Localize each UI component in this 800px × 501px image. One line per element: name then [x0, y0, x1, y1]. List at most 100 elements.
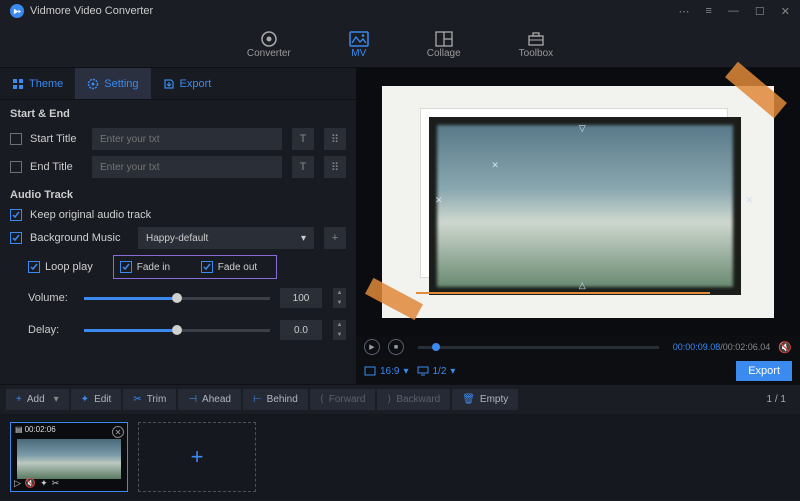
tab-export-label: Export [180, 78, 212, 90]
maximize-icon[interactable]: ☐ [755, 5, 765, 18]
add-clip-button[interactable]: + [138, 422, 256, 492]
chevron-down-icon: ▾ [403, 366, 408, 377]
start-title-checkbox[interactable] [10, 133, 22, 145]
menu-icon[interactable]: ≡ [705, 5, 711, 18]
add-button[interactable]: +Add▾ [6, 389, 69, 410]
handle-right-icon[interactable]: ✕ [745, 195, 753, 206]
clip-edit-icon[interactable]: ✦ [40, 478, 48, 489]
screen-dropdown[interactable]: 1/2 ▾ [417, 366, 456, 377]
main-nav: Converter MV Collage Toolbox [0, 22, 800, 68]
volume-slider[interactable] [84, 297, 270, 300]
close-icon[interactable]: ✕ [781, 5, 790, 18]
volume-label: Volume: [28, 292, 74, 304]
volume-down[interactable]: ▼ [333, 298, 346, 308]
handle-top-icon[interactable]: ▽ [579, 123, 586, 134]
delay-slider[interactable] [84, 329, 270, 332]
trim-button[interactable]: ✂Trim [123, 389, 176, 410]
handle-bottom-icon[interactable]: △ [579, 280, 586, 291]
tab-theme[interactable]: Theme [0, 68, 75, 99]
nav-collage[interactable]: Collage [427, 30, 461, 59]
handle-left-icon[interactable]: ✕ [435, 195, 443, 206]
backward-button[interactable]: ⟩Backward [377, 389, 450, 410]
volume-value[interactable]: 100 [280, 288, 322, 308]
start-end-heading: Start & End [0, 100, 356, 125]
volume-icon[interactable]: 🔇 [778, 341, 792, 354]
empty-button[interactable]: 🗑Empty [452, 389, 518, 410]
preview-controls: 16:9 ▾ 1/2 ▾ Export [356, 358, 800, 384]
clip-strip: ▤ 00:02:06 ✕ ▷ 🔇 ✦ ✂ + [0, 414, 800, 500]
clip-remove-button[interactable]: ✕ [112, 426, 124, 438]
aspect-dropdown[interactable]: 16:9 ▾ [364, 366, 409, 377]
title-bar: Vidmore Video Converter ⋯ ≡ — ☐ ✕ [0, 0, 800, 22]
ahead-button[interactable]: ⊣Ahead [178, 389, 241, 410]
right-panel: ▽ ✕ ✕ △ ✕ ▶ ■ 00:00:09.08/00:02:06.04 🔇 [356, 68, 800, 384]
tab-theme-label: Theme [29, 78, 63, 90]
wand-icon: ✦ [81, 394, 89, 405]
handle-mid-icon[interactable]: ✕ [491, 160, 499, 171]
fadeout-checkbox[interactable] [201, 261, 213, 273]
export-button[interactable]: Export [736, 361, 792, 381]
nav-toolbox[interactable]: Toolbox [519, 30, 553, 59]
end-title-input[interactable] [92, 156, 282, 178]
timeline-slider[interactable] [418, 346, 659, 349]
start-title-font-button[interactable]: T [292, 128, 314, 150]
crop-icon [364, 366, 376, 376]
clip-mute-icon[interactable]: 🔇 [25, 478, 36, 489]
bgm-select[interactable]: Happy-default ▾ [138, 227, 314, 249]
preview-area[interactable]: ▽ ✕ ✕ △ ✕ [356, 68, 800, 336]
end-title-edit-button[interactable]: ⠿ [324, 156, 346, 178]
time-total: /00:02:06.04 [720, 342, 770, 352]
clip-play-icon[interactable]: ▷ [14, 478, 21, 489]
play-button[interactable]: ▶ [364, 339, 380, 355]
converter-icon [259, 30, 279, 48]
nav-converter-label: Converter [247, 48, 291, 59]
clip-trim-icon[interactable]: ✂ [52, 478, 60, 489]
bgm-value: Happy-default [146, 233, 208, 244]
keep-audio-label: Keep original audio track [30, 209, 151, 221]
keep-audio-checkbox[interactable] [10, 209, 22, 221]
loop-label: Loop play [45, 261, 93, 273]
nav-mv[interactable]: MV [349, 30, 369, 59]
mv-icon [349, 30, 369, 48]
delay-down[interactable]: ▼ [333, 330, 346, 340]
forward-button[interactable]: ⟨Forward [310, 389, 376, 410]
delay-value[interactable]: 0.0 [280, 320, 322, 340]
behind-icon: ⊢ [253, 394, 262, 405]
theme-icon [12, 78, 24, 90]
export-icon [163, 78, 175, 90]
edit-button[interactable]: ✦Edit [71, 389, 122, 410]
window-controls: ⋯ ≡ — ☐ ✕ [678, 5, 790, 18]
audio-heading: Audio Track [0, 181, 356, 206]
left-panel: Theme Setting Export Start & End Start T… [0, 68, 356, 384]
end-title-font-button[interactable]: T [292, 156, 314, 178]
player-bar: ▶ ■ 00:00:09.08/00:02:06.04 🔇 [356, 336, 800, 358]
end-title-checkbox[interactable] [10, 161, 22, 173]
loop-checkbox[interactable] [28, 261, 40, 273]
minimize-icon[interactable]: — [728, 5, 739, 18]
app-logo-icon [10, 4, 24, 18]
bgm-checkbox[interactable] [10, 232, 22, 244]
clip-toolbar: +Add▾ ✦Edit ✂Trim ⊣Ahead ⊢Behind ⟨Forwar… [0, 384, 800, 414]
bgm-add-button[interactable]: + [324, 227, 346, 249]
feedback-icon[interactable]: ⋯ [678, 5, 689, 18]
behind-button[interactable]: ⊢Behind [243, 389, 308, 410]
start-title-input[interactable] [92, 128, 282, 150]
tab-export[interactable]: Export [151, 68, 224, 99]
chevron-down-icon: ▾ [301, 233, 306, 244]
monitor-icon [417, 366, 429, 376]
delay-up[interactable]: ▲ [333, 320, 346, 330]
end-title-label: End Title [30, 161, 84, 173]
clip-thumbnail[interactable]: ▤ 00:02:06 ✕ ▷ 🔇 ✦ ✂ [10, 422, 128, 492]
fadein-checkbox[interactable] [120, 261, 132, 273]
bgm-label: Background Music [30, 232, 130, 244]
screen-value: 1/2 [433, 366, 447, 377]
tab-setting[interactable]: Setting [75, 68, 150, 99]
tab-setting-label: Setting [104, 78, 138, 90]
nav-converter[interactable]: Converter [247, 30, 291, 59]
plus-icon: + [16, 394, 22, 405]
fade-group: Fade in Fade out [113, 255, 277, 279]
start-title-edit-button[interactable]: ⠿ [324, 128, 346, 150]
stop-button[interactable]: ■ [388, 339, 404, 355]
volume-up[interactable]: ▲ [333, 288, 346, 298]
delay-label: Delay: [28, 324, 74, 336]
